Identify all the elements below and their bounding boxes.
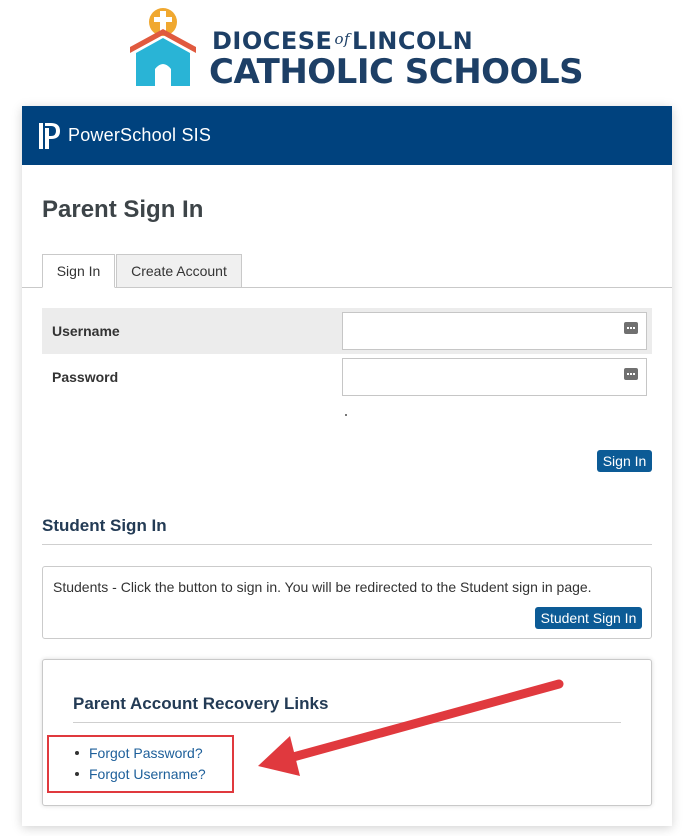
highlight-box [47, 735, 234, 793]
student-instructions: Students - Click the button to sign in. … [53, 579, 592, 595]
username-label: Username [52, 323, 120, 339]
recovery-links-box: Parent Account Recovery Links Forgot Pas… [42, 659, 652, 806]
student-divider [42, 544, 652, 545]
brand-schools-text: CATHOLIC SCHOOLS [209, 52, 584, 92]
student-sign-in-button[interactable]: Student Sign In [535, 607, 642, 629]
sign-in-panel: PowerSchool SIS Parent Sign In Sign In C… [22, 106, 672, 826]
password-manager-icon[interactable] [624, 368, 638, 380]
username-row: Username [42, 308, 652, 354]
sign-in-button[interactable]: Sign In [597, 450, 652, 472]
username-input[interactable] [342, 312, 647, 350]
recovery-divider [73, 722, 621, 723]
powerschool-header: PowerSchool SIS [22, 106, 672, 165]
page-title: Parent Sign In [42, 196, 204, 223]
sign-in-tabs: Sign In Create Account [42, 254, 243, 288]
powerschool-p-icon [39, 122, 60, 149]
student-sign-in-box: Students - Click the button to sign in. … [42, 566, 652, 639]
tab-sign-in[interactable]: Sign In [42, 254, 115, 288]
recovery-title: Parent Account Recovery Links [73, 694, 329, 713]
stray-dot [345, 414, 347, 416]
church-logo-icon [130, 8, 196, 86]
brand-diocese-text: DIOCESE ofLINCOLN [212, 27, 474, 55]
tab-divider [22, 287, 672, 288]
password-manager-icon[interactable] [624, 322, 638, 334]
password-row: Password [42, 354, 652, 400]
app-title: PowerSchool SIS [68, 125, 212, 145]
brand-header: DIOCESE ofLINCOLN CATHOLIC SCHOOLS [0, 0, 684, 100]
password-input[interactable] [342, 358, 647, 396]
student-sign-in-title: Student Sign In [42, 516, 167, 535]
tab-create-account[interactable]: Create Account [116, 254, 242, 288]
password-label: Password [52, 369, 119, 385]
